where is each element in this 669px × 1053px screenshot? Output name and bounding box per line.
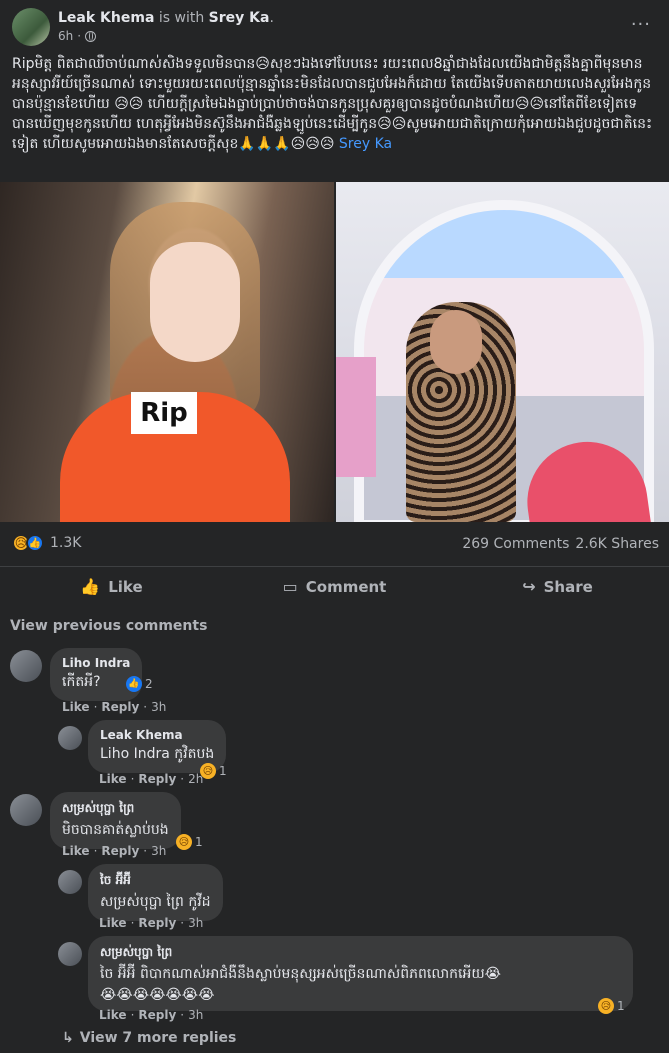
sad-reaction-icon: 😥 <box>598 998 614 1014</box>
comment-reaction-badge[interactable]: 👍 2 <box>126 676 153 692</box>
photo-grid <box>0 182 669 522</box>
comment-time: 2h <box>188 772 204 786</box>
photo-right[interactable] <box>336 182 669 522</box>
commenter-name[interactable]: សម្រស់បុប្ផា ព្រៃ <box>100 944 621 962</box>
comment-meta: Like · Reply · 3h <box>62 700 167 714</box>
share-icon: ↪ <box>522 577 536 596</box>
tagged-name[interactable]: Srey Ka <box>209 10 270 26</box>
more-options-icon[interactable]: ··· <box>631 14 651 35</box>
post-body: Ripមិត្ត ពិតជាឈឺចាប់ណាស់សិងទទួលមិនបាន😥សុ… <box>12 56 653 152</box>
comment-icon: ▭ <box>282 577 298 596</box>
comments-section: View previous comments Liho Indra កើតអី?… <box>0 606 669 1053</box>
shares-count[interactable]: 2.6K Shares <box>575 536 659 552</box>
comment-text-emoji: 😭😭😭😭😭😭😭 <box>100 987 215 1003</box>
author-line: Leak Khema is with Srey Ka. <box>58 10 274 26</box>
comment-reply-link[interactable]: Reply <box>101 844 139 858</box>
post-card: Leak Khema is with Srey Ka. 6h · ··· Rip… <box>0 0 669 566</box>
commenter-name[interactable]: Leak Khema <box>100 728 214 742</box>
commenter-avatar[interactable] <box>58 726 82 750</box>
comment-reply-link[interactable]: Reply <box>138 1008 176 1022</box>
comment-bubble: សម្រស់បុប្ផា ព្រៃ មិចបានគាត់ស្លាប់បង <box>50 792 181 849</box>
view-more-label: View 7 more replies <box>79 1030 237 1046</box>
commenter-name[interactable]: ចៃ អ៊ីអ៊ី <box>100 872 211 890</box>
comment-time: 3h <box>188 916 204 930</box>
comment-reply-link[interactable]: Reply <box>138 916 176 930</box>
thumbs-up-icon: 👍 <box>80 577 101 596</box>
like-button[interactable]: 👍 Like <box>0 567 223 606</box>
comment-reaction-badge[interactable]: 😥 1 <box>176 834 203 850</box>
commenter-avatar[interactable] <box>10 650 42 682</box>
comment-meta: Like · Reply · 2h <box>99 772 204 786</box>
comment-bubble: Liho Indra កើតអី? <box>50 648 143 701</box>
commenter-name[interactable]: សម្រស់បុប្ផា ព្រៃ <box>62 800 169 818</box>
comment-label: Comment <box>305 577 387 596</box>
comment-text: សម្រស់បុប្ផា ព្រៃ កូវីដ <box>100 894 211 910</box>
comment-reaction-badge[interactable]: 😥 1 <box>200 763 227 779</box>
comment-reply-link[interactable]: Reply <box>101 700 139 714</box>
comment-meta: Like · Reply · 3h <box>62 844 167 858</box>
post-text: Ripមិត្ត ពិតជាឈឺចាប់ណាស់សិងទទួលមិនបាន😥សុ… <box>12 54 659 154</box>
reply-arrow-icon: ↳ <box>62 1030 74 1046</box>
action-bar: 👍 Like ▭ Comment ↪ Share <box>0 566 669 606</box>
comment-text: Liho Indra កូវិតបង <box>100 746 215 762</box>
engagement-counts: 269 Comments 2.6K Shares <box>462 536 659 552</box>
reaction-count: 1.3K <box>50 535 82 551</box>
post-time[interactable]: 6h <box>58 29 73 43</box>
globe-icon <box>85 30 97 42</box>
like-label: Like <box>108 577 143 596</box>
post-meta: 6h · <box>58 29 97 43</box>
comment-reply-link[interactable]: Reply <box>138 772 176 786</box>
photo-left[interactable] <box>0 182 334 522</box>
like-reaction-icon: 👍 <box>26 534 44 552</box>
post-header: Leak Khema is with Srey Ka. 6h · ··· <box>12 8 657 48</box>
view-more-replies[interactable]: ↳ View 7 more replies <box>62 1030 236 1046</box>
sad-reaction-icon: 😥 <box>176 834 192 850</box>
comment-bubble: ចៃ អ៊ីអ៊ី សម្រស់បុប្ផា ព្រៃ កូវីដ <box>88 864 223 921</box>
comment-like-link[interactable]: Like <box>99 916 127 930</box>
commenter-avatar[interactable] <box>58 942 82 966</box>
like-reaction-icon: 👍 <box>126 676 142 692</box>
author-avatar[interactable] <box>12 8 50 46</box>
comment-text: មិចបានគាត់ស្លាប់បង <box>62 822 169 838</box>
commenter-avatar[interactable] <box>58 870 82 894</box>
comment-like-link[interactable]: Like <box>62 844 90 858</box>
share-button[interactable]: ↪ Share <box>446 567 669 606</box>
comment-button[interactable]: ▭ Comment <box>223 567 446 606</box>
with-text: is with <box>158 10 205 26</box>
comment-time: 3h <box>188 1008 204 1022</box>
commenter-name[interactable]: Liho Indra <box>62 656 130 670</box>
comment-text: ចៃ អ៊ីអ៊ី ពិបាកណាស់អាជំងឺនឹងស្លាប់មនុស្ស… <box>100 966 502 982</box>
comment-like-link[interactable]: Like <box>99 1008 127 1022</box>
commenter-avatar[interactable] <box>10 794 42 826</box>
comment-time: 3h <box>151 844 167 858</box>
rip-label: Rip <box>131 392 197 434</box>
comment-bubble: សម្រស់បុប្ផា ព្រៃ ចៃ អ៊ីអ៊ី ពិបាកណាស់អាជ… <box>88 936 633 1011</box>
comment-like-link[interactable]: Like <box>99 772 127 786</box>
comment-meta: Like · Reply · 3h <box>99 1008 204 1022</box>
comment-text: កើតអី? <box>62 674 101 690</box>
author-name[interactable]: Leak Khema <box>58 10 154 26</box>
reaction-summary[interactable]: 😥 👍 1.3K <box>12 534 81 552</box>
view-previous-comments[interactable]: View previous comments <box>10 618 207 634</box>
share-label: Share <box>543 577 593 596</box>
comment-reaction-badge[interactable]: 😥 1 <box>598 998 625 1014</box>
post-tag[interactable]: Srey Ka <box>339 136 392 152</box>
comment-time: 3h <box>151 700 167 714</box>
comment-meta: Like · Reply · 3h <box>99 916 204 930</box>
comments-count[interactable]: 269 Comments <box>462 536 569 552</box>
comment-like-link[interactable]: Like <box>62 700 90 714</box>
